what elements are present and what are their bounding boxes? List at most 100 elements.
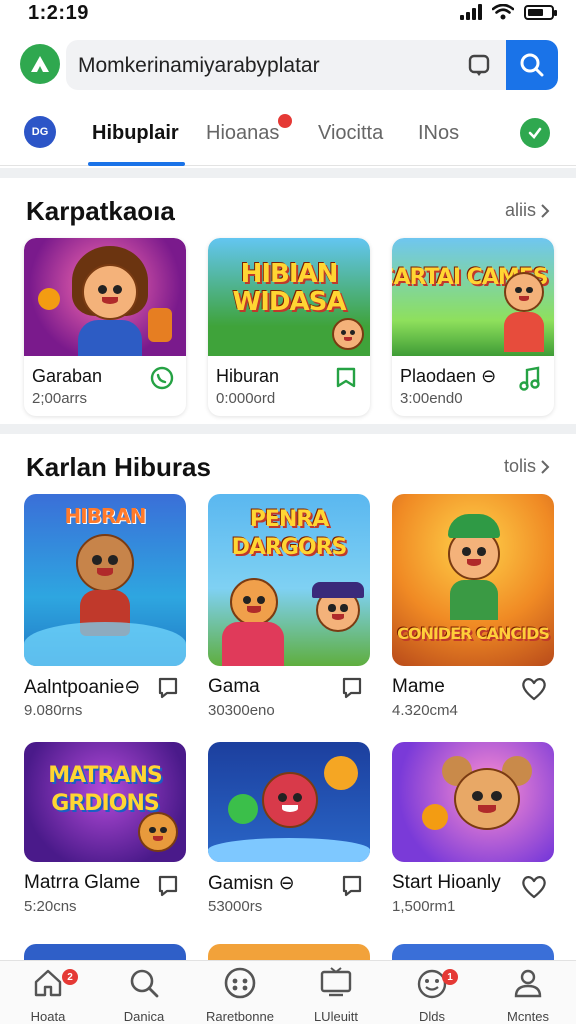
game-card[interactable]: HIBIAN WIDASA Hiburan 0:000ord <box>208 238 370 416</box>
section-title-karpatkaoia: Karpatkaoıa <box>26 196 175 226</box>
bookmark-icon[interactable] <box>340 676 364 700</box>
heart-icon[interactable] <box>520 874 548 900</box>
game-name: Gama <box>208 676 260 697</box>
profile-icon <box>514 969 542 998</box>
game-meta: 53000rs <box>208 898 263 915</box>
game-name: Matrra Glame <box>24 872 141 893</box>
game-thumbnail: CARTAI CAMES <box>392 238 554 356</box>
game-card[interactable]: HIBRAN Aalntpoanie⊖ 9.080rns <box>24 494 186 724</box>
tab-hibuplair[interactable]: Hibuplair <box>92 122 179 145</box>
game-name: Mame <box>392 676 445 697</box>
game-thumbnail <box>392 742 554 862</box>
see-all-label: aliis <box>504 200 536 220</box>
search-icon <box>130 969 159 998</box>
game-name: Hiburan <box>216 366 280 386</box>
see-all-link[interactable]: aliis <box>505 200 550 221</box>
thumb-title: CONIDER CANCIDS <box>397 624 550 643</box>
thumb-title: PENRA DARGORS <box>231 507 348 560</box>
game-thumbnail-partial[interactable] <box>208 944 370 960</box>
tab-viocitta[interactable]: Viocitta <box>318 122 383 145</box>
bottom-nav: 2 Hoata Danica Raretbonne LUleuitt 1 Dld… <box>0 960 576 1024</box>
music-note-icon[interactable] <box>518 366 542 392</box>
game-thumbnail-partial[interactable] <box>392 944 554 960</box>
game-meta: 4.320cm4 <box>392 702 458 719</box>
app-logo[interactable] <box>20 44 60 84</box>
tv-icon <box>320 967 352 997</box>
game-name: Start Hioanly <box>392 872 501 893</box>
bookmark-icon[interactable] <box>334 366 358 390</box>
game-meta: 3:00end0 <box>400 390 463 407</box>
tab-hioanas[interactable]: Hioanas <box>206 122 279 145</box>
game-meta: 9.080rns <box>24 702 83 719</box>
status-bar: 1:2:19 <box>0 0 576 28</box>
nav-games[interactable]: Raretbonne <box>192 967 288 1024</box>
game-thumbnail: CONIDER CANCIDS <box>392 494 554 666</box>
bookmark-icon[interactable] <box>156 676 180 700</box>
see-all-link[interactable]: tolis <box>504 456 550 477</box>
game-card[interactable]: Start Hioanly 1,500rm1 <box>392 742 554 962</box>
game-thumbnail: HIBRAN <box>24 494 186 666</box>
game-name: Plaodaen ⊖ <box>400 366 497 386</box>
nav-label: Hoata <box>30 1009 66 1024</box>
nav-search[interactable]: Danica <box>96 967 192 1024</box>
game-name: Aalntpoanie⊖ <box>24 677 141 698</box>
search-icon <box>520 53 544 77</box>
bookmark-icon[interactable] <box>156 874 180 898</box>
game-card[interactable]: CONIDER CANCIDS Mame 4.320cm4 <box>392 494 554 724</box>
game-thumbnail: HIBIAN WIDASA <box>208 238 370 356</box>
message-icon[interactable] <box>468 54 490 78</box>
active-tab-indicator <box>88 162 185 166</box>
nav-label: Dlds <box>418 1009 445 1024</box>
game-name: Garaban <box>32 366 103 386</box>
nav-kids[interactable]: 1 Dlds <box>384 967 480 1024</box>
game-name: Gamisn ⊖ <box>208 873 295 894</box>
game-card[interactable]: Garaban 2;00arrs <box>24 238 186 416</box>
game-thumbnail-partial[interactable] <box>24 944 186 960</box>
game-thumbnail <box>24 238 186 356</box>
search-query: Momkerinamiyarabyplatar <box>78 54 320 77</box>
game-meta: 30300eno <box>208 702 275 719</box>
gamepad-icon <box>224 967 256 999</box>
whatsapp-icon[interactable] <box>150 366 174 390</box>
section-divider <box>0 168 576 178</box>
bookmark-icon[interactable] <box>340 874 364 898</box>
game-card[interactable]: Gamisn ⊖ 53000rs <box>208 742 370 962</box>
game-meta: 1,500rm1 <box>392 898 456 915</box>
status-time: 1:2:19 <box>28 2 89 24</box>
game-meta: 2;00arrs <box>32 390 88 407</box>
game-thumbnail <box>208 742 370 862</box>
signal-icon <box>460 4 482 20</box>
category-tabs: DG Hibuplair Hioanas Viocitta INos <box>0 104 576 166</box>
tab-notification-dot <box>278 114 292 128</box>
nav-badge: 1 <box>442 969 458 985</box>
search-row: Momkerinamiyarabyplatar <box>0 38 576 92</box>
nav-profile[interactable]: Mcntes <box>480 967 576 1024</box>
chevron-right-icon <box>541 459 550 474</box>
search-input[interactable]: Momkerinamiyarabyplatar <box>66 40 506 90</box>
section-title-karlan-hiburas: Karlan Hiburas <box>26 452 211 482</box>
nav-tv[interactable]: LUleuitt <box>288 967 384 1024</box>
nav-label: LUleuitt <box>313 1009 359 1024</box>
search-button[interactable] <box>506 40 558 90</box>
game-card[interactable]: CARTAI CAMES Plaodaen ⊖ 3:00end0 <box>392 238 554 416</box>
see-all-label: tolis <box>503 456 536 476</box>
game-card[interactable]: MATRANS GRDIONS Matrra Glame 5:20cns <box>24 742 186 962</box>
nav-label: Mcntes <box>507 1009 549 1024</box>
tab-inos[interactable]: INos <box>418 122 459 145</box>
wifi-icon <box>492 4 514 20</box>
heart-icon[interactable] <box>520 676 548 702</box>
home-icon <box>34 969 62 997</box>
section-divider <box>0 424 576 434</box>
nav-home[interactable]: 2 Hoata <box>0 967 96 1024</box>
tab-avatar[interactable]: DG <box>24 116 56 148</box>
thumb-title: HIBIAN WIDASA <box>232 259 347 317</box>
thumb-title: MATRANS GRDIONS <box>48 763 162 816</box>
logo-icon <box>31 56 49 72</box>
battery-icon <box>524 4 557 20</box>
nav-label: Raretbonne <box>206 1009 274 1024</box>
check-icon[interactable] <box>520 118 550 148</box>
nav-badge: 2 <box>62 969 78 985</box>
game-thumbnail: PENRA DARGORS <box>208 494 370 666</box>
game-meta: 5:20cns <box>24 898 77 915</box>
game-card[interactable]: PENRA DARGORS Gama 30300eno <box>208 494 370 724</box>
